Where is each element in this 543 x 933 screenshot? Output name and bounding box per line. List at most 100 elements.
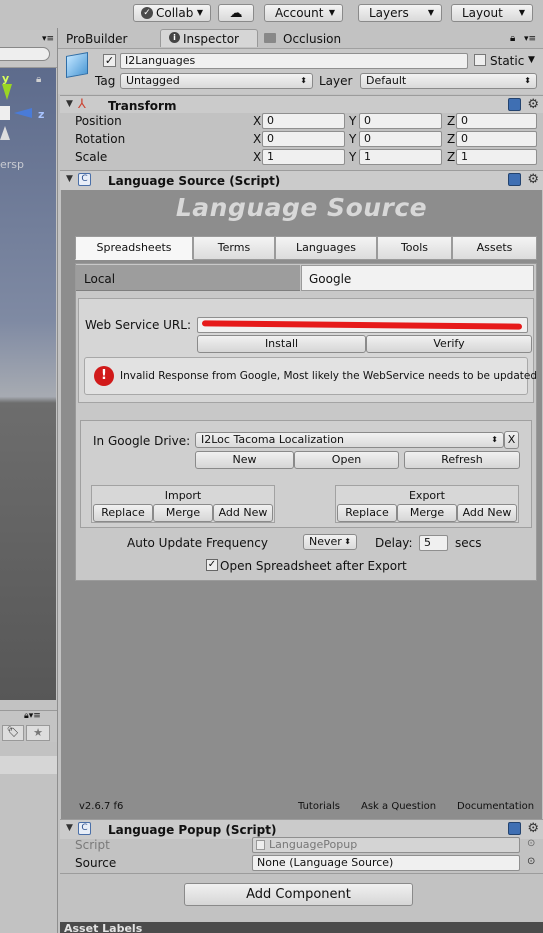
static-checkbox[interactable] bbox=[474, 54, 486, 66]
language-source-header[interactable]: ▼ C Language Source (Script) ⚙ bbox=[60, 170, 543, 190]
install-button[interactable]: Install bbox=[197, 335, 366, 353]
export-add-new-button[interactable]: Add New bbox=[457, 504, 517, 522]
project-lock-icon[interactable]: 🔒︎▾≡ bbox=[24, 711, 41, 721]
gameobject-name-field[interactable]: I2Languages bbox=[120, 53, 468, 69]
scene-view-header: ▾≡ bbox=[0, 30, 57, 68]
collapse-triangle-icon[interactable]: ▼ bbox=[66, 823, 73, 833]
updown-icon: ⬍ bbox=[524, 76, 531, 85]
reference-book-icon[interactable] bbox=[508, 822, 521, 835]
position-z-field[interactable]: 0 bbox=[456, 113, 537, 129]
favorite-filter-button[interactable]: ★ bbox=[26, 725, 50, 741]
documentation-link[interactable]: Documentation bbox=[457, 801, 534, 812]
collapse-triangle-icon[interactable]: ▼ bbox=[66, 174, 73, 184]
layout-button[interactable]: Layout ▼ bbox=[451, 4, 533, 22]
scale-z-field[interactable]: 1 bbox=[456, 149, 537, 165]
tab-assets[interactable]: Assets bbox=[452, 236, 537, 260]
scene-axis-z-label: z bbox=[38, 108, 45, 121]
verify-button[interactable]: Verify bbox=[366, 335, 532, 353]
reference-book-icon[interactable] bbox=[508, 98, 521, 111]
gameobject-cube-icon bbox=[66, 52, 88, 78]
inspector-menu-icon[interactable]: ▾≡ bbox=[524, 34, 536, 44]
reference-book-icon[interactable] bbox=[508, 173, 521, 186]
layers-button[interactable]: Layers ▼ bbox=[358, 4, 442, 22]
rotation-x-field[interactable]: 0 bbox=[262, 131, 345, 147]
scale-y-axis: Y bbox=[349, 150, 357, 164]
delay-field[interactable]: 5 bbox=[419, 535, 448, 551]
web-service-url-field[interactable] bbox=[197, 317, 528, 333]
inspector-lock-icon[interactable]: 🔒︎ bbox=[510, 33, 515, 44]
rotation-y-axis: Y bbox=[349, 132, 357, 146]
tutorials-link[interactable]: Tutorials bbox=[298, 801, 340, 812]
export-merge-button[interactable]: Merge bbox=[397, 504, 457, 522]
active-checkbox[interactable]: ✓ bbox=[103, 54, 116, 67]
tab-languages[interactable]: Languages bbox=[275, 236, 377, 260]
language-source-banner: Language Source bbox=[175, 193, 428, 222]
inspector-divider bbox=[60, 873, 543, 874]
tag-dropdown[interactable]: Untagged ⬍ bbox=[120, 73, 313, 89]
secs-label: secs bbox=[455, 536, 482, 550]
export-replace-button[interactable]: Replace bbox=[337, 504, 397, 522]
label-filter-button[interactable]: 🏷︎ bbox=[2, 725, 24, 741]
export-title: Export bbox=[408, 489, 445, 502]
info-icon: i bbox=[169, 32, 180, 43]
refresh-button[interactable]: Refresh bbox=[404, 451, 520, 469]
gizmo-z-cone-icon[interactable] bbox=[14, 108, 32, 118]
scene-view[interactable]: y z 🔒︎ ersp bbox=[0, 68, 56, 700]
object-picker-icon[interactable]: ⊙ bbox=[527, 856, 535, 867]
position-y-field[interactable]: 0 bbox=[359, 113, 442, 129]
tab-tools[interactable]: Tools bbox=[377, 236, 452, 260]
open-after-export-label: Open Spreadsheet after Export bbox=[220, 559, 407, 573]
script-label: Script bbox=[75, 838, 110, 852]
add-component-button[interactable]: Add Component bbox=[184, 883, 413, 906]
static-dropdown-icon[interactable]: ▼ bbox=[528, 55, 535, 65]
clear-drive-button[interactable]: X bbox=[504, 431, 519, 449]
position-x-field[interactable]: 0 bbox=[262, 113, 345, 129]
tab-spreadsheets[interactable]: Spreadsheets bbox=[75, 236, 193, 260]
import-replace-button[interactable]: Replace bbox=[93, 504, 153, 522]
error-icon: ! bbox=[94, 366, 114, 386]
scale-x-axis: X bbox=[253, 150, 262, 164]
import-add-new-button[interactable]: Add New bbox=[213, 504, 273, 522]
ask-question-link[interactable]: Ask a Question bbox=[361, 801, 436, 812]
tab-terms[interactable]: Terms bbox=[193, 236, 275, 260]
gizmo-down-cone-icon[interactable] bbox=[0, 126, 10, 140]
error-message: Invalid Response from Google, Most likel… bbox=[120, 370, 538, 382]
subtab-google[interactable]: Google bbox=[301, 265, 534, 291]
open-after-export-checkbox[interactable]: ✓ bbox=[206, 559, 218, 571]
source-field[interactable]: None (Language Source) bbox=[252, 855, 520, 871]
object-picker-icon[interactable]: ⊙ bbox=[527, 838, 535, 849]
import-merge-button[interactable]: Merge bbox=[153, 504, 213, 522]
scale-y-field[interactable]: 1 bbox=[359, 149, 442, 165]
open-button[interactable]: Open bbox=[294, 451, 399, 469]
auto-update-dropdown[interactable]: Never ⬍ bbox=[303, 534, 357, 550]
tab-occlusion[interactable]: Occlusion bbox=[264, 32, 354, 46]
gear-icon[interactable]: ⚙ bbox=[527, 97, 539, 112]
layer-dropdown[interactable]: Default ⬍ bbox=[360, 73, 537, 89]
gizmo-y-cone-icon[interactable] bbox=[2, 84, 12, 100]
tab-probuilder[interactable]: ProBuilder bbox=[66, 32, 127, 46]
google-drive-dropdown[interactable]: I2Loc Tacoma Localization ⬍ bbox=[195, 432, 504, 448]
project-row-highlight[interactable] bbox=[0, 756, 57, 774]
gizmo-center-icon[interactable] bbox=[0, 106, 10, 120]
account-button[interactable]: Account ▼ bbox=[264, 4, 343, 22]
language-popup-header[interactable]: ▼ C Language Popup (Script) ⚙ bbox=[60, 819, 543, 839]
gear-icon[interactable]: ⚙ bbox=[527, 172, 539, 187]
cloud-button[interactable]: ☁ bbox=[218, 4, 254, 22]
scene-menu-icon[interactable]: ▾≡ bbox=[42, 34, 54, 44]
collab-button[interactable]: ✓ Collab ▼ bbox=[133, 4, 211, 22]
tab-inspector[interactable]: i Inspector bbox=[160, 29, 258, 47]
error-helpbox: ! Invalid Response from Google, Most lik… bbox=[84, 357, 537, 395]
new-button[interactable]: New bbox=[195, 451, 294, 469]
scene-lock-icon[interactable]: 🔒︎ bbox=[36, 74, 41, 85]
scale-x-field[interactable]: 1 bbox=[262, 149, 345, 165]
collapse-triangle-icon[interactable]: ▼ bbox=[66, 99, 73, 109]
rotation-z-field[interactable]: 0 bbox=[456, 131, 537, 147]
scene-search-field[interactable] bbox=[0, 47, 50, 61]
gear-icon[interactable]: ⚙ bbox=[527, 821, 539, 836]
transform-axes-icon: ⅄ bbox=[78, 97, 86, 112]
rotation-y-field[interactable]: 0 bbox=[359, 131, 442, 147]
script-file-icon bbox=[256, 840, 265, 850]
transform-header[interactable]: ▼ ⅄ Transform ⚙ bbox=[60, 95, 543, 115]
project-panel bbox=[0, 742, 57, 933]
subtab-local[interactable]: Local bbox=[76, 265, 300, 291]
